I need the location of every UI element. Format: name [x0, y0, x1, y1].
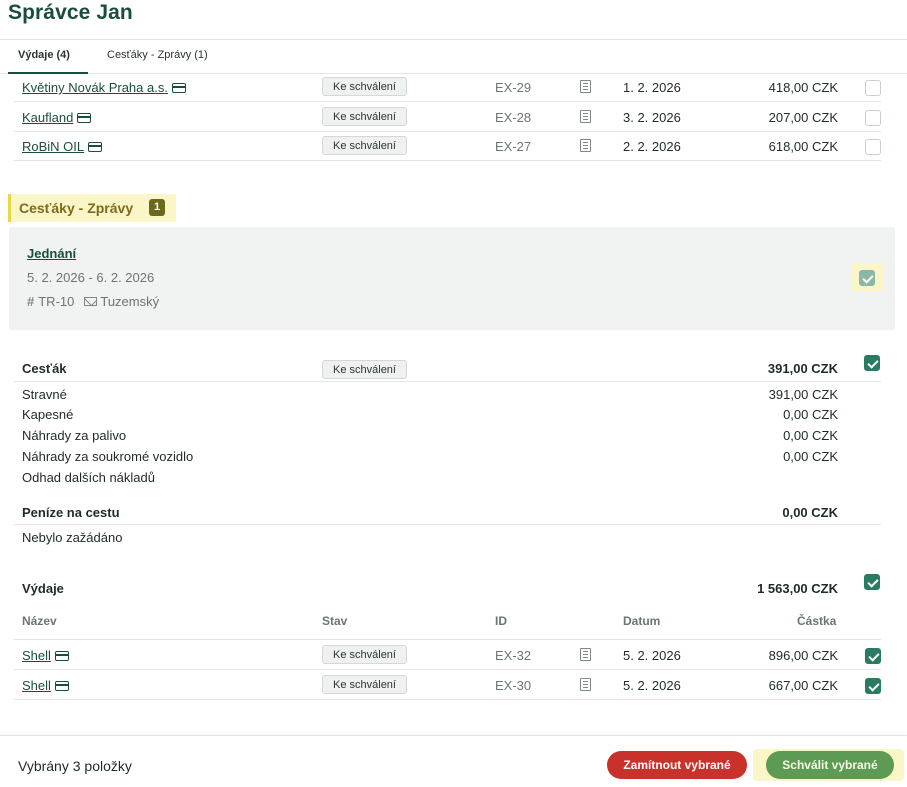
item-amount: 0,00 CZK — [783, 428, 838, 443]
travel-order-checkbox[interactable] — [864, 355, 880, 371]
advance-note: Nebylo zažádáno — [22, 530, 123, 545]
expense-id: EX-30 — [495, 678, 532, 693]
column-header-date: Datum — [623, 614, 661, 628]
row-checkbox[interactable] — [865, 80, 881, 96]
status-badge: Ke schválení — [322, 107, 407, 126]
trip-expenses-checkbox[interactable] — [864, 574, 880, 590]
expense-date: 5. 2. 2026 — [623, 678, 681, 693]
card-icon — [54, 651, 69, 661]
column-header-id: ID — [495, 614, 507, 628]
status-badge: Ke schválení — [322, 77, 407, 96]
travel-section-header: Cesťáky - Zprávy 1 — [8, 194, 176, 222]
expense-name-link[interactable]: Květiny Novák Praha a.s. — [22, 80, 186, 95]
item-amount: 0,00 CZK — [783, 407, 838, 422]
trip-dates: 5. 2. 2026 - 6. 2. 2026 — [27, 270, 155, 285]
hash-icon: # — [27, 294, 35, 309]
expense-id: EX-32 — [495, 648, 532, 663]
item-label: Stravné — [22, 387, 67, 402]
column-header-status: Stav — [322, 614, 348, 628]
travel-order-label: Cesťák — [22, 361, 67, 376]
receipt-icon[interactable] — [580, 678, 591, 691]
trip-meta: # TR-10 Tuzemský — [27, 294, 159, 309]
table-row: RoBiN OIL Ke schválení EX-27 2. 2. 2026 … — [14, 131, 881, 161]
trip-expenses-total: 1 563,00 CZK — [757, 581, 838, 596]
status-badge: Ke schválení — [322, 675, 407, 694]
expense-date: 3. 2. 2026 — [623, 110, 681, 125]
table-row: Kaufland Ke schválení EX-28 3. 2. 2026 2… — [14, 102, 881, 132]
expense-id: EX-28 — [495, 110, 532, 125]
item-label: Náhrady za soukromé vozidlo — [22, 449, 194, 464]
expense-amount: 896,00 CZK — [768, 648, 838, 663]
selection-footer: Vybrány 3 položky Zamítnout vybrané Schv… — [0, 735, 907, 787]
expense-name-link[interactable]: Shell — [22, 648, 69, 663]
receipt-icon[interactable] — [580, 648, 591, 661]
item-amount: 391,00 CZK — [768, 387, 838, 402]
expense-date: 5. 2. 2026 — [623, 648, 681, 663]
advance-total: 0,00 CZK — [782, 505, 838, 520]
receipt-icon[interactable] — [580, 139, 591, 152]
card-icon — [54, 681, 69, 691]
table-row: Květiny Novák Praha a.s. Ke schválení EX… — [14, 72, 881, 102]
section-title: Cesťáky - Zprávy — [19, 200, 134, 216]
expense-name-link[interactable]: Kaufland — [22, 110, 92, 125]
expense-amount: 207,00 CZK — [768, 110, 838, 125]
item-amount: 0,00 CZK — [783, 449, 838, 464]
card-icon — [88, 142, 103, 152]
tab-travel-reports[interactable]: Cesťáky - Zprávy (1) — [107, 49, 208, 61]
card-icon — [77, 113, 92, 123]
status-badge: Ke schválení — [322, 360, 407, 379]
status-badge: Ke schválení — [322, 645, 407, 664]
trip-number: TR-10 — [38, 294, 75, 309]
item-label: Náhrady za palivo — [22, 428, 127, 443]
item-label: Kapesné — [22, 407, 74, 422]
card-icon — [171, 83, 186, 93]
trip-checkbox[interactable] — [859, 270, 875, 286]
page-header: Správce Jan — [0, 0, 907, 40]
advance-label: Peníze na cestu — [22, 505, 120, 520]
item-label: Odhad dalších nákladů — [22, 470, 155, 485]
column-header-name: Název — [22, 614, 57, 628]
trip-type: Tuzemský — [100, 294, 160, 309]
expense-amount: 618,00 CZK — [768, 139, 838, 154]
receipt-icon[interactable] — [580, 110, 591, 123]
expense-amount: 418,00 CZK — [768, 80, 838, 95]
table-row: Shell Ke schválení EX-32 5. 2. 2026 896,… — [14, 640, 881, 670]
table-row: Shell Ke schválení EX-30 5. 2. 2026 667,… — [14, 670, 881, 700]
status-badge: Ke schválení — [322, 136, 407, 155]
approve-selected-button[interactable]: Schválit vybrané — [766, 751, 894, 779]
expense-date: 2. 2. 2026 — [623, 139, 681, 154]
envelope-icon — [84, 297, 98, 306]
row-checkbox[interactable] — [865, 648, 881, 664]
section-count-badge: 1 — [149, 199, 165, 216]
tab-bar: Výdaje (4) Cesťáky - Zprávy (1) — [0, 40, 907, 74]
row-checkbox[interactable] — [865, 139, 881, 155]
divider — [14, 524, 881, 525]
expense-id: EX-27 — [495, 139, 532, 154]
selected-count: Vybrány 3 položky — [18, 758, 132, 774]
row-checkbox[interactable] — [865, 678, 881, 694]
tab-expenses[interactable]: Výdaje (4) — [18, 49, 70, 61]
column-header-amount: Částka — [797, 614, 837, 628]
travel-order-total: 391,00 CZK — [767, 361, 838, 376]
trip-expenses-label: Výdaje — [22, 581, 64, 596]
reject-selected-button[interactable]: Zamítnout vybrané — [607, 751, 747, 779]
page-title: Správce Jan — [8, 1, 133, 24]
row-checkbox[interactable] — [865, 110, 881, 126]
trip-card: Jednání 5. 2. 2026 - 6. 2. 2026 # TR-10 Tu… — [9, 227, 895, 330]
expense-id: EX-29 — [495, 80, 532, 95]
trip-title-link[interactable]: Jednání — [27, 246, 76, 261]
receipt-icon[interactable] — [580, 80, 591, 93]
expense-amount: 667,00 CZK — [768, 678, 838, 693]
expense-name-link[interactable]: Shell — [22, 678, 69, 693]
expense-name-link[interactable]: RoBiN OIL — [22, 139, 103, 154]
expense-date: 1. 2. 2026 — [623, 80, 681, 95]
divider — [14, 381, 881, 382]
